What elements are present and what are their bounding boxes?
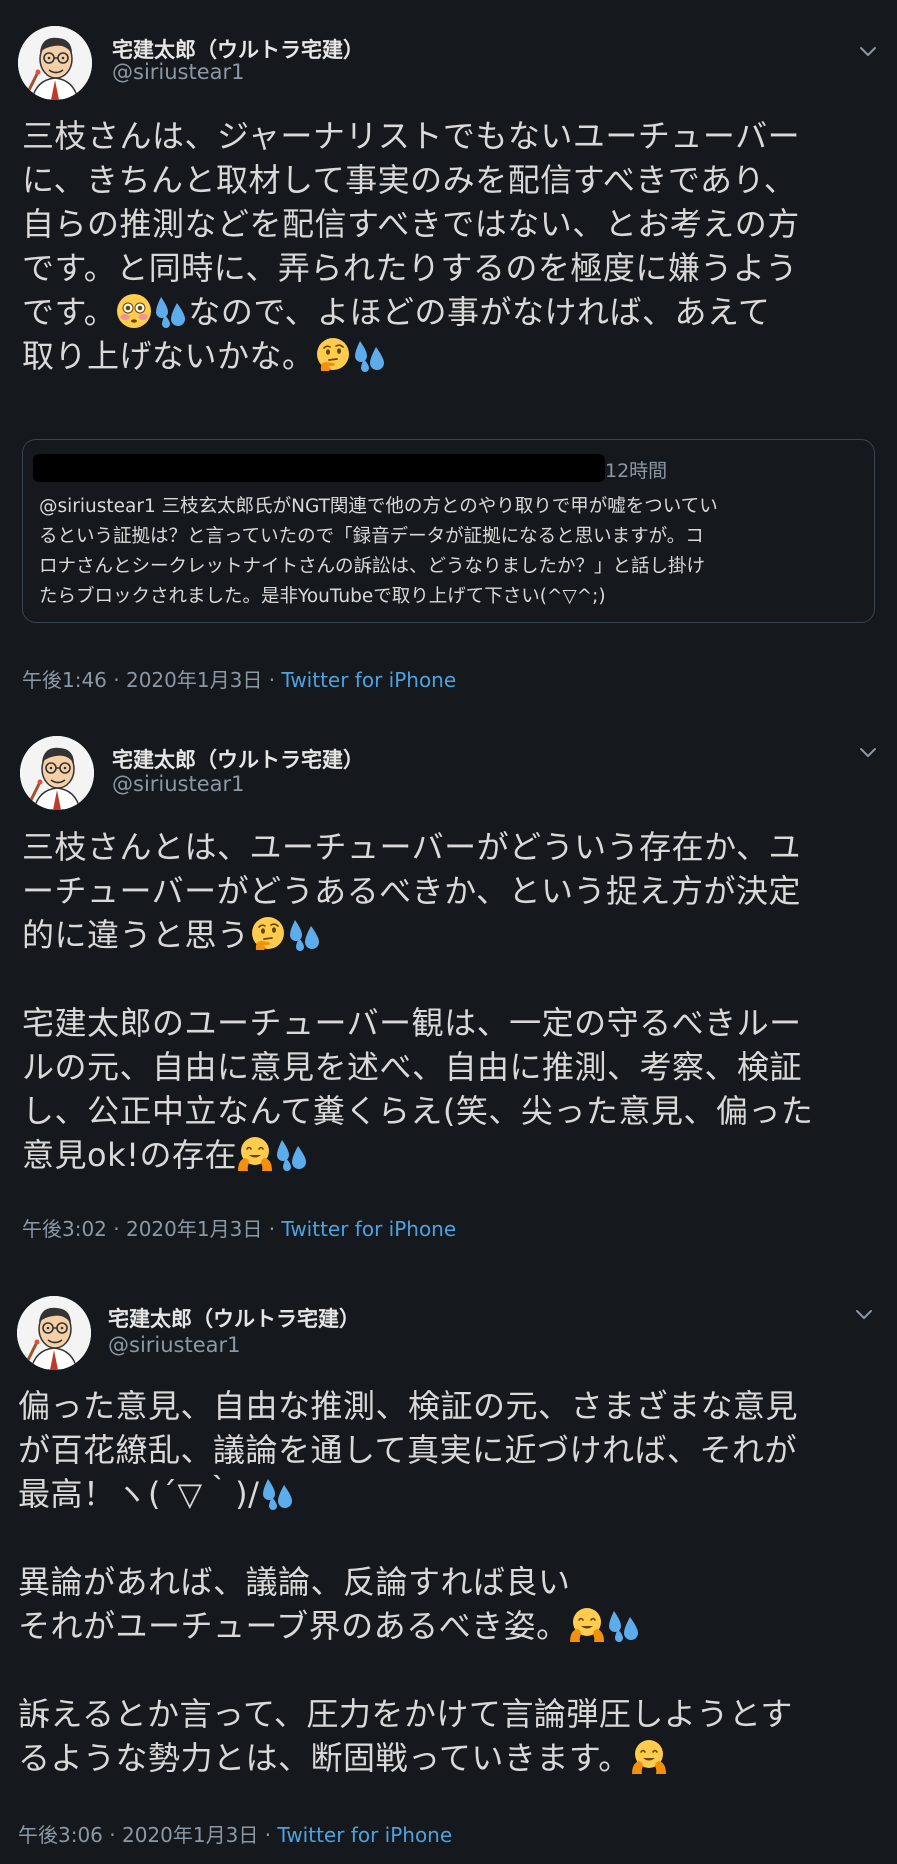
tweet-line: 偏った意見、自由な推測、検証の元、さまざまな意見: [18, 1387, 799, 1425]
tweet-line-part: です。: [22, 293, 117, 331]
tweet-line: に、きちんと取材して事実のみを配信すべきであり、: [22, 161, 797, 199]
tweet-text: 三枝さんは、ジャーナリストでもないユーチューバー に、きちんと取材して事実のみを…: [22, 114, 882, 378]
timestamp[interactable]: 午後3:02 · 2020年1月3日 ·: [22, 1217, 275, 1241]
quoted-tweet[interactable]: 12時間 @siriustear1 三枝玄太郎氏がNGT関連で他の方とのやり取り…: [22, 439, 875, 623]
sweat-droplets-emoji: [605, 1607, 641, 1643]
avatar[interactable]: [17, 1296, 91, 1370]
avatar[interactable]: [20, 736, 94, 810]
tweet-line: 三枝さんは、ジャーナリストでもないユーチューバー: [22, 117, 801, 155]
avatar[interactable]: [18, 26, 92, 100]
tweet-line: が百花繚乱、議論を通して真実に近づければ、それが: [18, 1431, 798, 1469]
tweet-line: 自らの推測などを配信すべきではない、とお考えの方: [22, 205, 800, 243]
display-name[interactable]: 宅建太郎（ウルトラ宅建）: [108, 1303, 360, 1333]
tweet-line: 訴えるとか言って、圧力をかけて言論弾圧しようとす: [18, 1695, 793, 1733]
tweet-line-part: 意見ok!の存在: [22, 1136, 237, 1174]
sweat-droplets-emoji: [273, 1136, 309, 1172]
tweet-text: 偏った意見、自由な推測、検証の元、さまざまな意見 が百花繚乱、議論を通して真実に…: [18, 1384, 878, 1780]
tweet-line: 三枝さんとは、ユーチューバーがどういう存在か、ユ: [22, 828, 802, 866]
handle[interactable]: @siriustear1: [108, 1333, 241, 1357]
tweet-line: 取り上げないかな。: [22, 334, 882, 378]
source-link[interactable]: Twitter for iPhone: [281, 1217, 456, 1241]
tweet-line: ーチューバーがどうあるべきか、という捉え方が決定: [22, 872, 802, 910]
thinking-face-emoji: [315, 337, 351, 373]
tweet-line-part: それがユーチューブ界のあるべき姿。: [18, 1607, 569, 1645]
redacted-author: [33, 454, 605, 482]
tweet-line-part: 最高！ヽ(´▽｀)/: [18, 1475, 260, 1513]
source-link[interactable]: Twitter for iPhone: [277, 1823, 452, 1847]
thinking-face-emoji: [250, 916, 286, 952]
tweet-line: 的に違うと思う: [22, 913, 882, 957]
quote-line: るという証拠は？と言っていたので「録音データが証拠になると思いますが。コ: [39, 526, 704, 547]
quote-line: ロナさんとシークレットナイトさんの訴訟は、どうなりましたか？」と話し掛け: [39, 556, 706, 577]
quote-line: たらブロックされました。是非YouTubeで取り上げて下さい(^▽^;): [39, 586, 606, 607]
sweat-droplets-emoji: [286, 916, 322, 952]
hugging-face-emoji: [237, 1136, 273, 1172]
tweet-line: し、公正中立なんて糞くらえ(笑、尖った意見、偏った: [22, 1092, 814, 1130]
tweet-meta: 午後3:02 · 2020年1月3日 · Twitter for iPhone: [22, 1213, 456, 1242]
handle[interactable]: @siriustear1: [112, 772, 245, 796]
source-link[interactable]: Twitter for iPhone: [281, 668, 456, 692]
tweet-line: 異論があれば、議論、反論すれば良い: [18, 1563, 571, 1601]
timestamp[interactable]: 午後1:46 · 2020年1月3日 ·: [22, 668, 275, 692]
tweet-line: 宅建太郎のユーチューバー観は、一定の守るべきルー: [22, 1004, 802, 1042]
hugging-face-emoji: [569, 1607, 605, 1643]
tweet-line-part: なので、よほどの事がなければ、あえて: [188, 293, 771, 331]
handle[interactable]: @siriustear1: [112, 60, 245, 84]
tweet-line-part: 取り上げないかな。: [22, 337, 315, 375]
sweat-droplets-emoji: [259, 1475, 295, 1511]
tweet-meta: 午後3:06 · 2020年1月3日 · Twitter for iPhone: [18, 1819, 452, 1848]
tweet-meta: 午後1:46 · 2020年1月3日 · Twitter for iPhone: [22, 664, 456, 693]
hugging-face-emoji: [631, 1739, 667, 1775]
tweet-line: です。 なので、よほどの事がなければ、あえて: [22, 290, 882, 334]
tweet-line-part: るような勢力とは、断固戦っていきます。: [18, 1739, 631, 1777]
timestamp[interactable]: 午後3:06 · 2020年1月3日 ·: [18, 1823, 271, 1847]
flushed-face-emoji: [116, 293, 152, 329]
sweat-droplets-emoji: [351, 337, 387, 373]
chevron-down-icon[interactable]: [853, 1303, 875, 1325]
sweat-droplets-emoji: [152, 293, 188, 329]
chevron-down-icon[interactable]: [857, 40, 879, 62]
tweet-line: です。と同時に、弄られたりするのを極度に嫌うよう: [22, 249, 798, 287]
tweet-text: 三枝さんとは、ユーチューバーがどういう存在か、ユ ーチューバーがどうあるべきか、…: [22, 825, 882, 1177]
tweet-line-part: 的に違うと思う: [22, 916, 250, 954]
display-name[interactable]: 宅建太郎（ウルトラ宅建）: [112, 744, 364, 774]
tweet-line: 意見ok!の存在: [22, 1133, 882, 1177]
tweet-line: 最高！ヽ(´▽｀)/: [18, 1472, 878, 1516]
quote-text: @siriustear1 三枝玄太郎氏がNGT関連で他の方とのやり取りで甲が嘘を…: [39, 492, 869, 612]
quote-time: 12時間: [605, 460, 668, 482]
chevron-down-icon[interactable]: [857, 741, 879, 763]
tweet-line: ルの元、自由に意見を述べ、自由に推測、考察、検証: [22, 1048, 803, 1086]
tweet-line: るような勢力とは、断固戦っていきます。: [18, 1736, 878, 1780]
quote-line: @siriustear1 三枝玄太郎氏がNGT関連で他の方とのやり取りで甲が嘘を…: [39, 496, 718, 517]
tweet-line: それがユーチューブ界のあるべき姿。: [18, 1604, 878, 1648]
